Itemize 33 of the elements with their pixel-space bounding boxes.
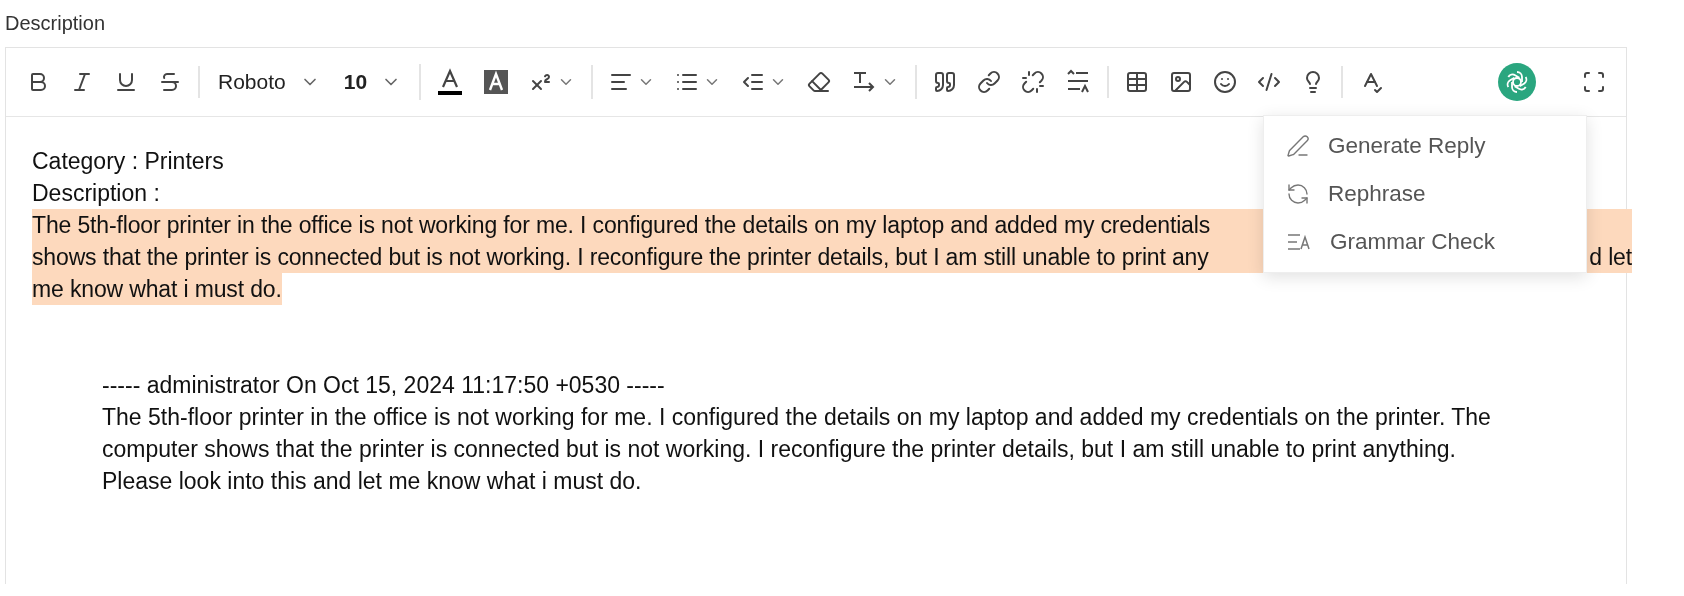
quote-icon (933, 70, 958, 94)
toolbar-select[interactable]: 10 (335, 66, 410, 98)
image-icon (1169, 70, 1194, 94)
grammar-icon (1286, 231, 1312, 253)
ai-assistant-button[interactable] (1498, 63, 1536, 101)
highlighted-text: me know what i must do. (32, 275, 282, 304)
underline-icon (114, 70, 138, 94)
code-icon (1257, 70, 1282, 94)
highlighted-text: shows that the printer is connected but is not working. I reconfigure the printer details, but I am still unable to print any (32, 243, 1209, 272)
quoted-paragraph: The 5th-floor printer in the office is not working for me. I configured the details on my laptop and added my credentials on the printer. The computer shows that the printer is connected but is not working. I reconfigure the printer details, but I am still unable to print anything. Please look into this and let me know what i must do. (102, 403, 1492, 496)
knot-logo-icon (1504, 69, 1530, 95)
table-icon (1125, 70, 1150, 94)
highlighted-text: d let (1589, 243, 1632, 272)
highlighted-text: The 5th-floor printer in the office is not working for me. I configured the details on my laptop and added my credentials (32, 211, 1211, 240)
menu-item[interactable]: Grammar Check (1264, 218, 1586, 266)
strikethrough-icon (158, 70, 182, 94)
quote-header: ----- administrator On Oct 15, 2024 11:17:50 +0530 ----- (102, 371, 665, 400)
pencil-icon (1286, 134, 1310, 158)
smiley-icon (1213, 70, 1238, 94)
text-line: Category : Printers (32, 147, 224, 176)
field-label: Description (5, 12, 107, 35)
background-color-icon (483, 69, 510, 95)
font-color-icon (437, 68, 464, 96)
menu-item[interactable]: Rephrase (1264, 170, 1586, 218)
unlink-icon (1021, 70, 1046, 94)
line-height-icon (1065, 69, 1092, 95)
text-line: Description : (32, 179, 160, 208)
toolbar-select[interactable]: Roboto (210, 66, 328, 98)
rephrase-icon (1286, 182, 1310, 206)
link-icon (977, 70, 1002, 94)
eraser-icon (807, 70, 832, 94)
menu-item[interactable]: Generate Reply (1264, 122, 1586, 170)
fullscreen-icon (1582, 70, 1606, 94)
